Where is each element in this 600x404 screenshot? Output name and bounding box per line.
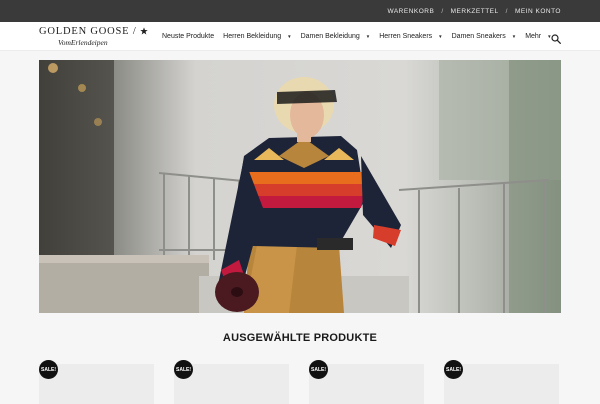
sale-badge: SALE! bbox=[309, 360, 328, 379]
nav-item-damen-bekleidung[interactable]: Damen Bekleidung ▼ bbox=[301, 33, 371, 40]
hero-banner-image[interactable] bbox=[39, 60, 561, 313]
featured-products-title: AUSGEWÄHLTE PRODUKTE bbox=[222, 332, 378, 344]
nav-item-label: Damen Bekleidung bbox=[300, 33, 360, 40]
top-bar: WARENKORB / MERKZETTEL / MEIN KONTO bbox=[0, 0, 600, 22]
chevron-down-icon: ▼ bbox=[287, 34, 292, 39]
star-icon bbox=[140, 27, 148, 37]
chevron-down-icon: ▼ bbox=[511, 34, 517, 39]
sale-badge: SALE! bbox=[444, 360, 463, 379]
nav-item-label: Mehr bbox=[525, 33, 542, 40]
nav-item-label: Herren Sneakers bbox=[379, 33, 433, 40]
sale-badge: SALE! bbox=[39, 360, 58, 379]
nav-item-label: Damen Sneakers bbox=[451, 33, 506, 40]
nav-item-neuste-produkte[interactable]: Neuste Produkte bbox=[162, 33, 214, 40]
main-navigation: Neuste Produkte Herren Bekleidung ▼ Dame… bbox=[162, 22, 561, 51]
nav-item-label: Herren Bekleidung bbox=[223, 33, 282, 40]
sale-badge: SALE! bbox=[174, 360, 193, 379]
chevron-down-icon: ▼ bbox=[365, 34, 371, 39]
link-separator: / bbox=[505, 7, 508, 15]
nav-item-mehr[interactable]: Mehr ▼ bbox=[525, 33, 551, 40]
account-link[interactable]: MEIN KONTO bbox=[515, 8, 561, 15]
wishlist-link[interactable]: MERKZETTEL bbox=[451, 8, 499, 15]
search-icon[interactable] bbox=[551, 31, 561, 44]
chevron-down-icon: ▼ bbox=[438, 34, 443, 39]
nav-item-label: Neuste Produkte bbox=[162, 33, 215, 40]
cart-link[interactable]: WARENKORB bbox=[387, 8, 434, 15]
nav-item-herren-sneakers[interactable]: Herren Sneakers ▼ bbox=[379, 33, 442, 40]
logo-brand-name: GOLDEN GOOSE / bbox=[39, 26, 137, 37]
site-logo[interactable]: GOLDEN GOOSE / VomErlendeipen bbox=[39, 26, 154, 48]
link-separator: / bbox=[441, 7, 444, 15]
logo-tagline: VomErlendeipen bbox=[58, 38, 108, 47]
nav-item-damen-sneakers[interactable]: Damen Sneakers ▼ bbox=[452, 33, 517, 40]
account-links: WARENKORB / MERKZETTEL / MEIN KONTO bbox=[387, 0, 561, 22]
nav-item-herren-bekleidung[interactable]: Herren Bekleidung ▼ bbox=[223, 33, 291, 40]
site-header: GOLDEN GOOSE / VomErlendeipen Neuste Pro… bbox=[0, 22, 600, 51]
